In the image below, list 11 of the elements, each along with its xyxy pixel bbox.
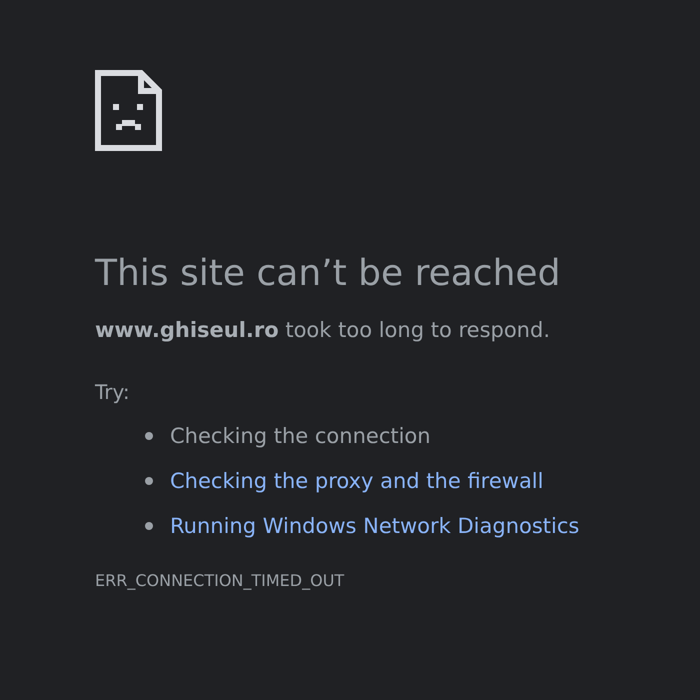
bullet-icon <box>145 432 153 440</box>
error-message: www.ghiseul.ro took too long to respond. <box>95 318 550 342</box>
suggestion-link[interactable]: Running Windows Network Diagnostics <box>170 514 580 538</box>
sad-page-icon <box>95 70 162 151</box>
bullet-icon <box>145 477 153 486</box>
bullet-icon <box>145 522 153 530</box>
suggestion-text: Checking the connection <box>170 424 431 448</box>
try-label: Try: <box>95 380 130 404</box>
error-title: This site can’t be reached <box>95 252 560 296</box>
error-code: ERR_CONNECTION_TIMED_OUT <box>95 570 344 590</box>
suggestion-link[interactable]: Checking the proxy and the firewall <box>170 469 544 494</box>
